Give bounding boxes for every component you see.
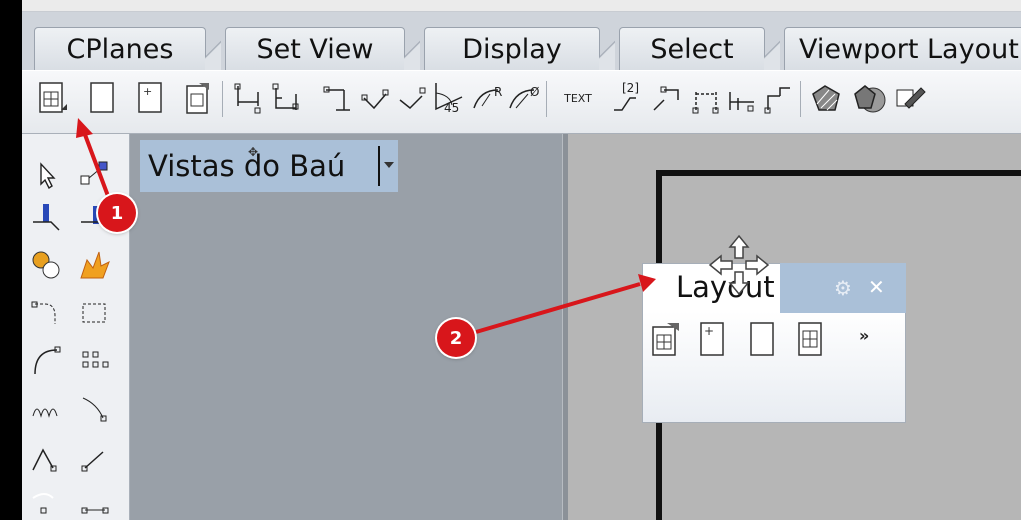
annotation-badge-2: 2 [437, 319, 475, 357]
arrow-head-1 [76, 118, 93, 138]
arrow-head-2 [638, 274, 656, 292]
annotation-number: 1 [110, 202, 124, 224]
annotation-badge-1: 1 [98, 194, 136, 232]
annotation-arrows [76, 118, 656, 334]
annotation-number: 2 [449, 327, 463, 349]
